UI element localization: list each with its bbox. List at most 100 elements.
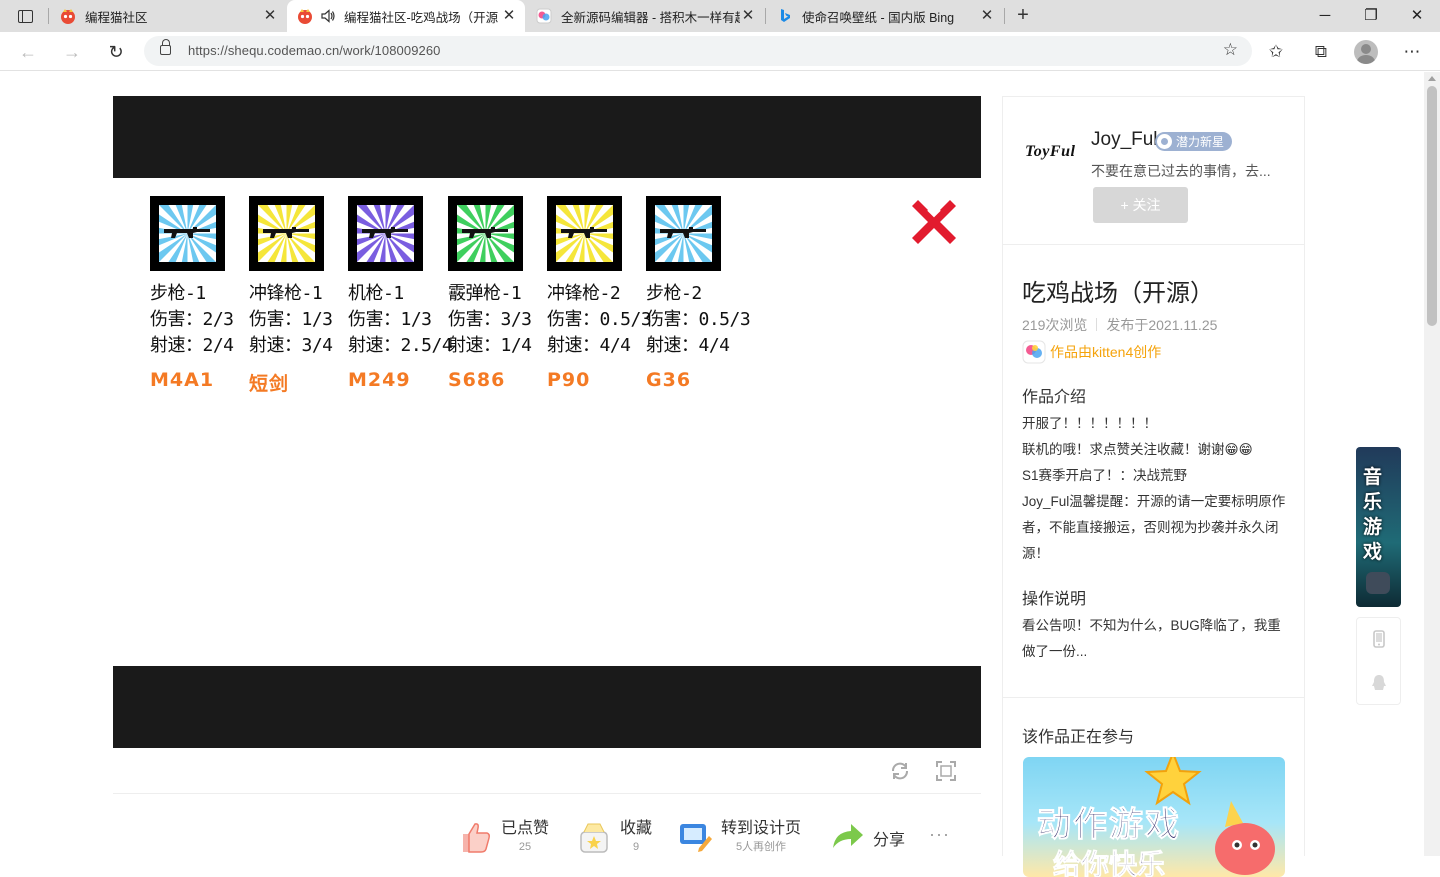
kitten-tool-icon: [1022, 340, 1046, 364]
weapon-card[interactable]: 步枪-2 伤害：0.5/3 射速：4/4 G36: [646, 196, 751, 391]
rank-badge-label: 潜力新星: [1176, 135, 1225, 149]
tab-title: 编程猫社区-吃鸡战场（开源: [344, 10, 499, 25]
weapon-type: 冲锋枪-1: [249, 283, 323, 304]
weapon-icon-frame: [448, 196, 523, 271]
weapon-stats: 冲锋枪-2 伤害：0.5/3 射速：4/4: [547, 281, 652, 359]
page-scrollbar[interactable]: [1424, 72, 1440, 856]
close-x-icon[interactable]: [908, 196, 960, 248]
weapon-card[interactable]: 冲锋枪-2 伤害：0.5/3 射速：4/4 P90: [547, 196, 652, 391]
weapon-code: 短剑: [249, 373, 290, 395]
weapon-stats: 步枪-2 伤害：0.5/3 射速：4/4: [646, 281, 751, 359]
intro-line: 联机的哦！求点赞关注收藏！谢谢😁😁: [1022, 442, 1253, 457]
made-with-link[interactable]: 作品由kitten4创作: [1022, 340, 1161, 364]
scroll-up-icon[interactable]: [1428, 76, 1436, 81]
weapon-card[interactable]: 步枪-1 伤害：2/3 射速：2/4 M4A1: [150, 196, 250, 391]
floating-ad[interactable]: 音乐游戏: [1356, 447, 1401, 607]
author-avatar-logo[interactable]: ToyFul: [1025, 143, 1075, 161]
collect-label: 收藏: [620, 820, 653, 837]
weapon-damage: 伤害：0.5/3: [547, 309, 652, 330]
back-button[interactable]: ←: [15, 39, 41, 65]
tab-close-icon[interactable]: ✕: [979, 8, 995, 24]
tab-kitten-editor[interactable]: 全新源码编辑器 - 搭积木一样有趣 ✕: [526, 0, 764, 32]
floating-ad-text: 音乐游戏: [1363, 467, 1383, 563]
speaker-icon[interactable]: [320, 8, 336, 24]
add-favorite-icon[interactable]: ☆: [1223, 40, 1238, 60]
weapon-card[interactable]: 冲锋枪-1 伤害：1/3 射速：3/4 短剑: [249, 196, 349, 396]
stage-bottom-band: [113, 666, 981, 748]
tab-bing-wallpaper[interactable]: 使命召唤壁纸 - 国内版 Bing ✕: [767, 0, 1003, 32]
weapon-icon-frame: [646, 196, 721, 271]
settings-menu-icon[interactable]: ⋯: [1400, 40, 1424, 64]
weapon-type: 机枪-1: [348, 283, 404, 304]
tab-close-icon[interactable]: ✕: [740, 8, 756, 24]
like-label: 已点赞: [501, 820, 550, 837]
weapon-card[interactable]: 霰弹枪-1 伤害：3/3 射速：1/4 S686: [448, 196, 548, 391]
share-button[interactable]: 分享: [829, 818, 905, 854]
weapon-code: G36: [646, 369, 692, 391]
gun-icon: [462, 227, 508, 238]
tab-actions-button[interactable]: [8, 4, 42, 28]
profile-avatar[interactable]: [1354, 40, 1378, 64]
address-bar[interactable]: https://shequ.codemao.cn/work/108009260 …: [144, 36, 1252, 66]
favorites-icon[interactable]: ✩: [1264, 40, 1288, 64]
gun-icon: [660, 227, 706, 238]
fullscreen-icon[interactable]: [935, 760, 957, 782]
gun-icon: [561, 227, 607, 238]
remix-label: 转到设计页: [721, 820, 802, 837]
weapon-type: 冲锋枪-2: [547, 283, 621, 304]
kitten-favicon-icon: [536, 8, 552, 24]
author-name[interactable]: Joy_Ful: [1091, 129, 1158, 151]
url-text[interactable]: https://shequ.codemao.cn/work/108009260: [188, 43, 441, 58]
made-with-label: 作品由kitten4创作: [1050, 344, 1162, 360]
tab-title: 使命召唤壁纸 - 国内版 Bing: [802, 10, 955, 25]
remix-button[interactable]: 转到设计页 5人再创作: [677, 818, 801, 854]
share-arrow-icon: [833, 824, 863, 848]
collections-icon[interactable]: ⧉: [1309, 40, 1333, 64]
tab-strip: 编程猫社区 ✕ 编程猫社区-吃鸡战场（开源 ✕ 全新源码编辑器 - 搭积木一样有…: [0, 0, 1440, 32]
new-tab-button[interactable]: +: [1011, 4, 1035, 28]
weapon-rate: 射速：2.5/4: [348, 335, 453, 356]
weapon-code: P90: [547, 369, 591, 391]
like-button[interactable]: 已点赞 25: [457, 818, 549, 854]
tab-close-icon[interactable]: ✕: [501, 8, 517, 24]
rank-badge-icon: [1157, 134, 1172, 149]
mobile-icon[interactable]: [1370, 630, 1388, 648]
qq-icon[interactable]: [1370, 674, 1388, 692]
collect-button[interactable]: 收藏 9: [576, 818, 652, 854]
tab-codemao-home[interactable]: 编程猫社区 ✕: [50, 0, 286, 32]
work-title: 吃鸡战场（开源）: [1022, 280, 1214, 307]
follow-button[interactable]: + 关注: [1093, 187, 1188, 223]
event-banner[interactable]: 动作游戏 给你快乐: [1023, 757, 1285, 877]
weapon-damage: 伤害：3/3: [448, 309, 532, 330]
intro-line: Joy_Ful温馨提醒：开源的请一定要标明原作者，不能直接搬运，否则视为抄袭并永…: [1022, 494, 1286, 561]
weapon-code: S686: [448, 369, 506, 391]
tab-title: 全新源码编辑器 - 搭积木一样有趣: [561, 10, 740, 25]
game-stage[interactable]: 步枪-1 伤害：2/3 射速：2/4 M4A1 冲锋枪-1 伤害：1/3 射速：3/4 短剑 机…: [113, 96, 981, 748]
scrollbar-thumb[interactable]: [1427, 86, 1437, 326]
event-heading: 该作品正在参与: [1022, 729, 1135, 746]
event-banner-subtitle: 给你快乐: [1052, 849, 1166, 877]
collect-box-icon: [580, 823, 608, 853]
tab-title: 编程猫社区: [85, 10, 148, 25]
work-actions-bar: 已点赞 25 收藏 9 转到设计页 5人再创作 分享 ···: [113, 810, 981, 856]
restore-button[interactable]: ❐: [1358, 4, 1384, 28]
author-motto: 不要在意已过去的事情，去...: [1091, 163, 1271, 179]
gun-icon: [362, 227, 408, 238]
codemao-favicon-icon: [61, 9, 75, 24]
forward-button[interactable]: →: [59, 39, 85, 65]
close-window-button[interactable]: ✕: [1404, 4, 1430, 28]
refresh-button[interactable]: ↻: [103, 39, 129, 65]
tab-current-work[interactable]: 编程猫社区-吃鸡战场（开源 ✕: [287, 0, 525, 32]
mascot-icon: [1215, 801, 1275, 875]
weapon-type: 步枪-2: [646, 283, 702, 304]
weapon-damage: 伤害：0.5/3: [646, 309, 751, 330]
codemao-favicon-icon: [298, 9, 312, 24]
weapon-stats: 步枪-1 伤害：2/3 射速：2/4: [150, 281, 250, 359]
weapon-card[interactable]: 机枪-1 伤害：1/3 射速：2.5/4 M249: [348, 196, 453, 391]
event-banner-title: 动作游戏: [1037, 806, 1181, 845]
tab-close-icon[interactable]: ✕: [262, 8, 278, 24]
minimize-button[interactable]: ─: [1312, 4, 1338, 28]
restart-icon[interactable]: [889, 760, 911, 782]
share-label: 分享: [873, 832, 906, 849]
more-actions-button[interactable]: ···: [929, 824, 950, 845]
